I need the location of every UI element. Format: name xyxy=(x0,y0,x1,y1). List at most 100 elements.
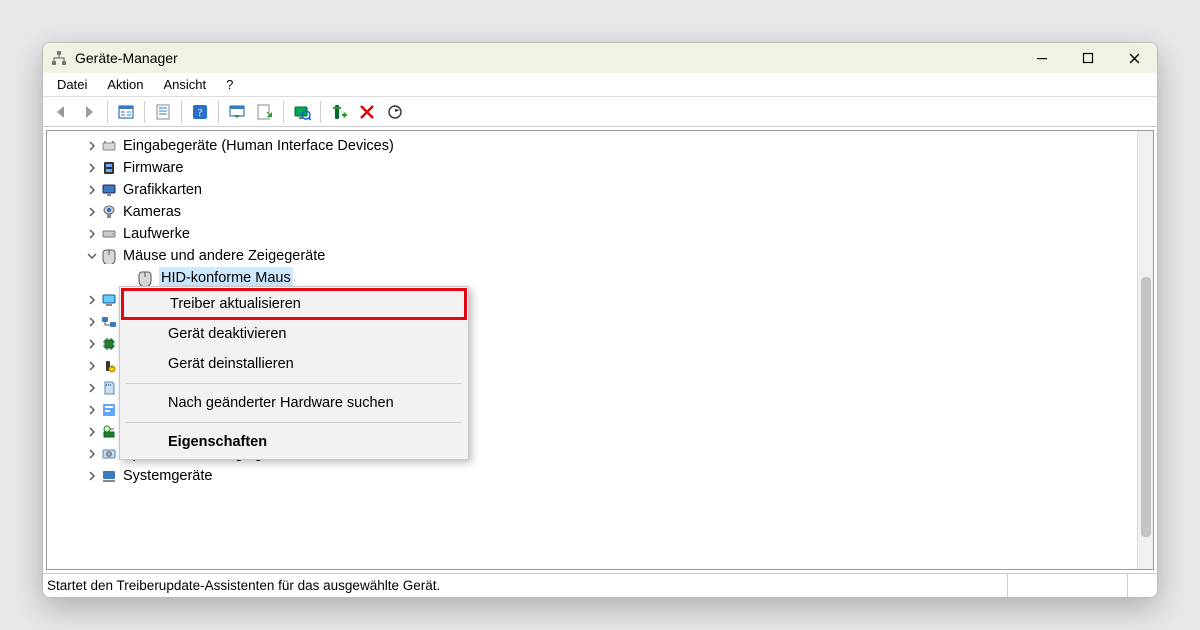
chevron-right-icon[interactable] xyxy=(85,403,99,417)
tree-item-label: Systemgeräte xyxy=(123,465,212,487)
security-icon xyxy=(101,358,117,374)
chevron-right-icon[interactable] xyxy=(85,139,99,153)
toolbar-reinstall-button[interactable] xyxy=(382,100,408,124)
add-legacy-icon xyxy=(330,103,348,121)
close-button[interactable] xyxy=(1111,43,1157,73)
tree-item-label: Grafikkarten xyxy=(123,179,202,201)
ctx-uninstall-device[interactable]: Gerät deinstallieren xyxy=(122,349,466,379)
display-icon xyxy=(101,182,117,198)
statusbar: Startet den Treiberupdate-Assistenten fü… xyxy=(43,573,1157,597)
tree-category-item[interactable]: Mäuse und andere Zeigegeräte xyxy=(47,245,1153,267)
toolbar-separator xyxy=(283,101,284,123)
software-icon xyxy=(101,402,117,418)
monitor-icon xyxy=(101,292,117,308)
toolbar-separator xyxy=(107,101,108,123)
tree-item-label: Eingabegeräte (Human Interface Devices) xyxy=(123,135,394,157)
toolbar-add-legacy-button[interactable] xyxy=(326,100,352,124)
toolbar-remove-button[interactable] xyxy=(354,100,380,124)
chevron-down-icon[interactable] xyxy=(85,249,99,263)
uninstall-icon xyxy=(256,103,274,121)
device-manager-window: Geräte-Manager Datei Aktion Ansicht ? Ei… xyxy=(42,42,1158,598)
sdcard-icon xyxy=(101,380,117,396)
app-icon xyxy=(51,50,67,66)
tree-category-item[interactable]: Grafikkarten xyxy=(47,179,1153,201)
chevron-right-icon[interactable] xyxy=(85,315,99,329)
chevron-right-icon[interactable] xyxy=(85,337,99,351)
menu-file[interactable]: Datei xyxy=(47,75,97,94)
chevron-right-icon[interactable] xyxy=(85,183,99,197)
tree-category-item[interactable]: Systemgeräte xyxy=(47,465,1153,487)
toolbar-scan-hardware-button[interactable] xyxy=(289,100,315,124)
scrollbar-track[interactable] xyxy=(1137,131,1153,569)
system-icon xyxy=(101,468,117,484)
status-text: Startet den Treiberupdate-Assistenten fü… xyxy=(47,578,440,593)
disk-icon xyxy=(101,226,117,242)
ctx-disable-device[interactable]: Gerät deaktivieren xyxy=(122,319,466,349)
update-driver-icon xyxy=(228,103,246,121)
toolbar-separator xyxy=(320,101,321,123)
menu-action[interactable]: Aktion xyxy=(97,75,153,94)
remove-icon xyxy=(358,103,376,121)
chevron-right-icon[interactable] xyxy=(121,271,135,285)
tree-item-label: Laufwerke xyxy=(123,223,190,245)
tree-category-item[interactable]: Laufwerke xyxy=(47,223,1153,245)
tree-category-item[interactable]: Firmware xyxy=(47,157,1153,179)
firmware-icon xyxy=(101,160,117,176)
tree-category-item[interactable]: Kameras xyxy=(47,201,1153,223)
toolbar xyxy=(43,97,1157,127)
ctx-scan-hardware[interactable]: Nach geänderter Hardware suchen xyxy=(122,388,466,418)
tree-icon xyxy=(117,103,135,121)
ctx-update-driver[interactable]: Treiber aktualisieren xyxy=(121,288,467,320)
window-title: Geräte-Manager xyxy=(75,50,178,66)
properties-icon xyxy=(154,103,172,121)
chevron-right-icon[interactable] xyxy=(85,381,99,395)
ctx-separator xyxy=(126,422,462,423)
toolbar-separator xyxy=(181,101,182,123)
toolbar-update-driver-button[interactable] xyxy=(224,100,250,124)
tree-category-item[interactable]: Eingabegeräte (Human Interface Devices) xyxy=(47,135,1153,157)
toolbar-separator xyxy=(218,101,219,123)
cpu-icon xyxy=(101,336,117,352)
scrollbar-thumb[interactable] xyxy=(1141,277,1151,537)
minimize-button[interactable] xyxy=(1019,43,1065,73)
network-icon xyxy=(101,314,117,330)
menu-view[interactable]: Ansicht xyxy=(154,75,217,94)
storagetech-icon xyxy=(101,446,117,462)
chevron-right-icon[interactable] xyxy=(85,425,99,439)
chevron-right-icon[interactable] xyxy=(85,447,99,461)
tree-item-label: Firmware xyxy=(123,157,183,179)
toolbar-uninstall-button[interactable] xyxy=(252,100,278,124)
menu-help[interactable]: ? xyxy=(216,75,243,94)
status-cell xyxy=(1007,574,1127,597)
chevron-right-icon[interactable] xyxy=(85,205,99,219)
mouse-icon xyxy=(137,270,153,286)
tree-item-label: Mäuse und andere Zeigegeräte xyxy=(123,245,325,267)
toolbar-back-button[interactable] xyxy=(48,100,74,124)
chevron-right-icon[interactable] xyxy=(85,359,99,373)
chevron-right-icon[interactable] xyxy=(85,293,99,307)
content-area: Eingabegeräte (Human Interface Devices)F… xyxy=(46,130,1154,570)
chevron-right-icon[interactable] xyxy=(85,161,99,175)
status-cell xyxy=(1127,574,1157,597)
toolbar-help-button[interactable] xyxy=(187,100,213,124)
ctx-properties[interactable]: Eigenschaften xyxy=(122,427,466,457)
titlebar[interactable]: Geräte-Manager xyxy=(43,43,1157,73)
toolbar-separator xyxy=(144,101,145,123)
menubar: Datei Aktion Ansicht ? xyxy=(43,73,1157,97)
scan-hardware-icon xyxy=(293,103,311,121)
storagectl-icon xyxy=(101,424,117,440)
chevron-right-icon[interactable] xyxy=(85,469,99,483)
maximize-button[interactable] xyxy=(1065,43,1111,73)
toolbar-forward-button[interactable] xyxy=(76,100,102,124)
reinstall-icon xyxy=(386,103,404,121)
ctx-separator xyxy=(126,383,462,384)
help-icon xyxy=(191,103,209,121)
mouse-icon xyxy=(101,248,117,264)
toolbar-properties-button[interactable] xyxy=(150,100,176,124)
back-icon xyxy=(52,103,70,121)
tree-item-label: Kameras xyxy=(123,201,181,223)
toolbar-show-tree-button[interactable] xyxy=(113,100,139,124)
camera-icon xyxy=(101,204,117,220)
hid-icon xyxy=(101,138,117,154)
chevron-right-icon[interactable] xyxy=(85,227,99,241)
